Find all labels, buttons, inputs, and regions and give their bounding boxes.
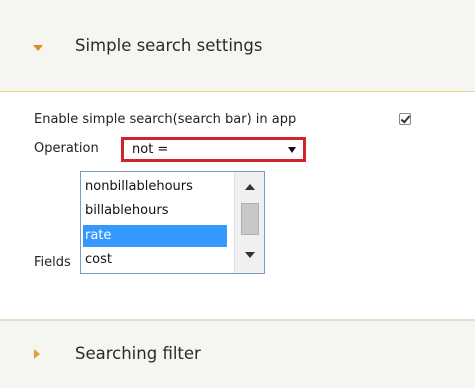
list-item[interactable]: billablehours xyxy=(83,200,227,222)
searching-filter-header[interactable]: Searching filter xyxy=(0,320,475,388)
scroll-down-icon[interactable] xyxy=(245,252,255,258)
section-title: Searching filter xyxy=(75,344,201,363)
fields-listbox[interactable]: nonbillablehours billablehours rate cost xyxy=(80,171,265,274)
enable-simple-search-label: Enable simple search(search bar) in app xyxy=(34,112,297,127)
collapse-arrow-icon[interactable] xyxy=(34,349,40,359)
dropdown-caret-icon[interactable] xyxy=(288,147,296,153)
fields-label: Fields xyxy=(34,255,71,270)
enable-simple-search-checkbox[interactable] xyxy=(399,113,411,125)
scroll-up-icon[interactable] xyxy=(245,184,255,190)
section-title: Simple search settings xyxy=(75,36,263,55)
listbox-scrollbar[interactable] xyxy=(234,172,264,273)
check-icon xyxy=(400,113,411,124)
list-item[interactable]: nonbillablehours xyxy=(83,176,227,198)
scroll-thumb[interactable] xyxy=(241,203,259,235)
operation-label: Operation xyxy=(34,141,99,156)
operation-select-value: not = xyxy=(132,142,169,157)
list-item[interactable]: cost xyxy=(83,249,227,271)
operation-select[interactable]: not = xyxy=(128,141,302,158)
list-item-selected[interactable]: rate xyxy=(83,225,227,247)
expand-arrow-icon[interactable] xyxy=(33,45,43,51)
simple-search-settings-header[interactable]: Simple search settings xyxy=(0,0,475,92)
